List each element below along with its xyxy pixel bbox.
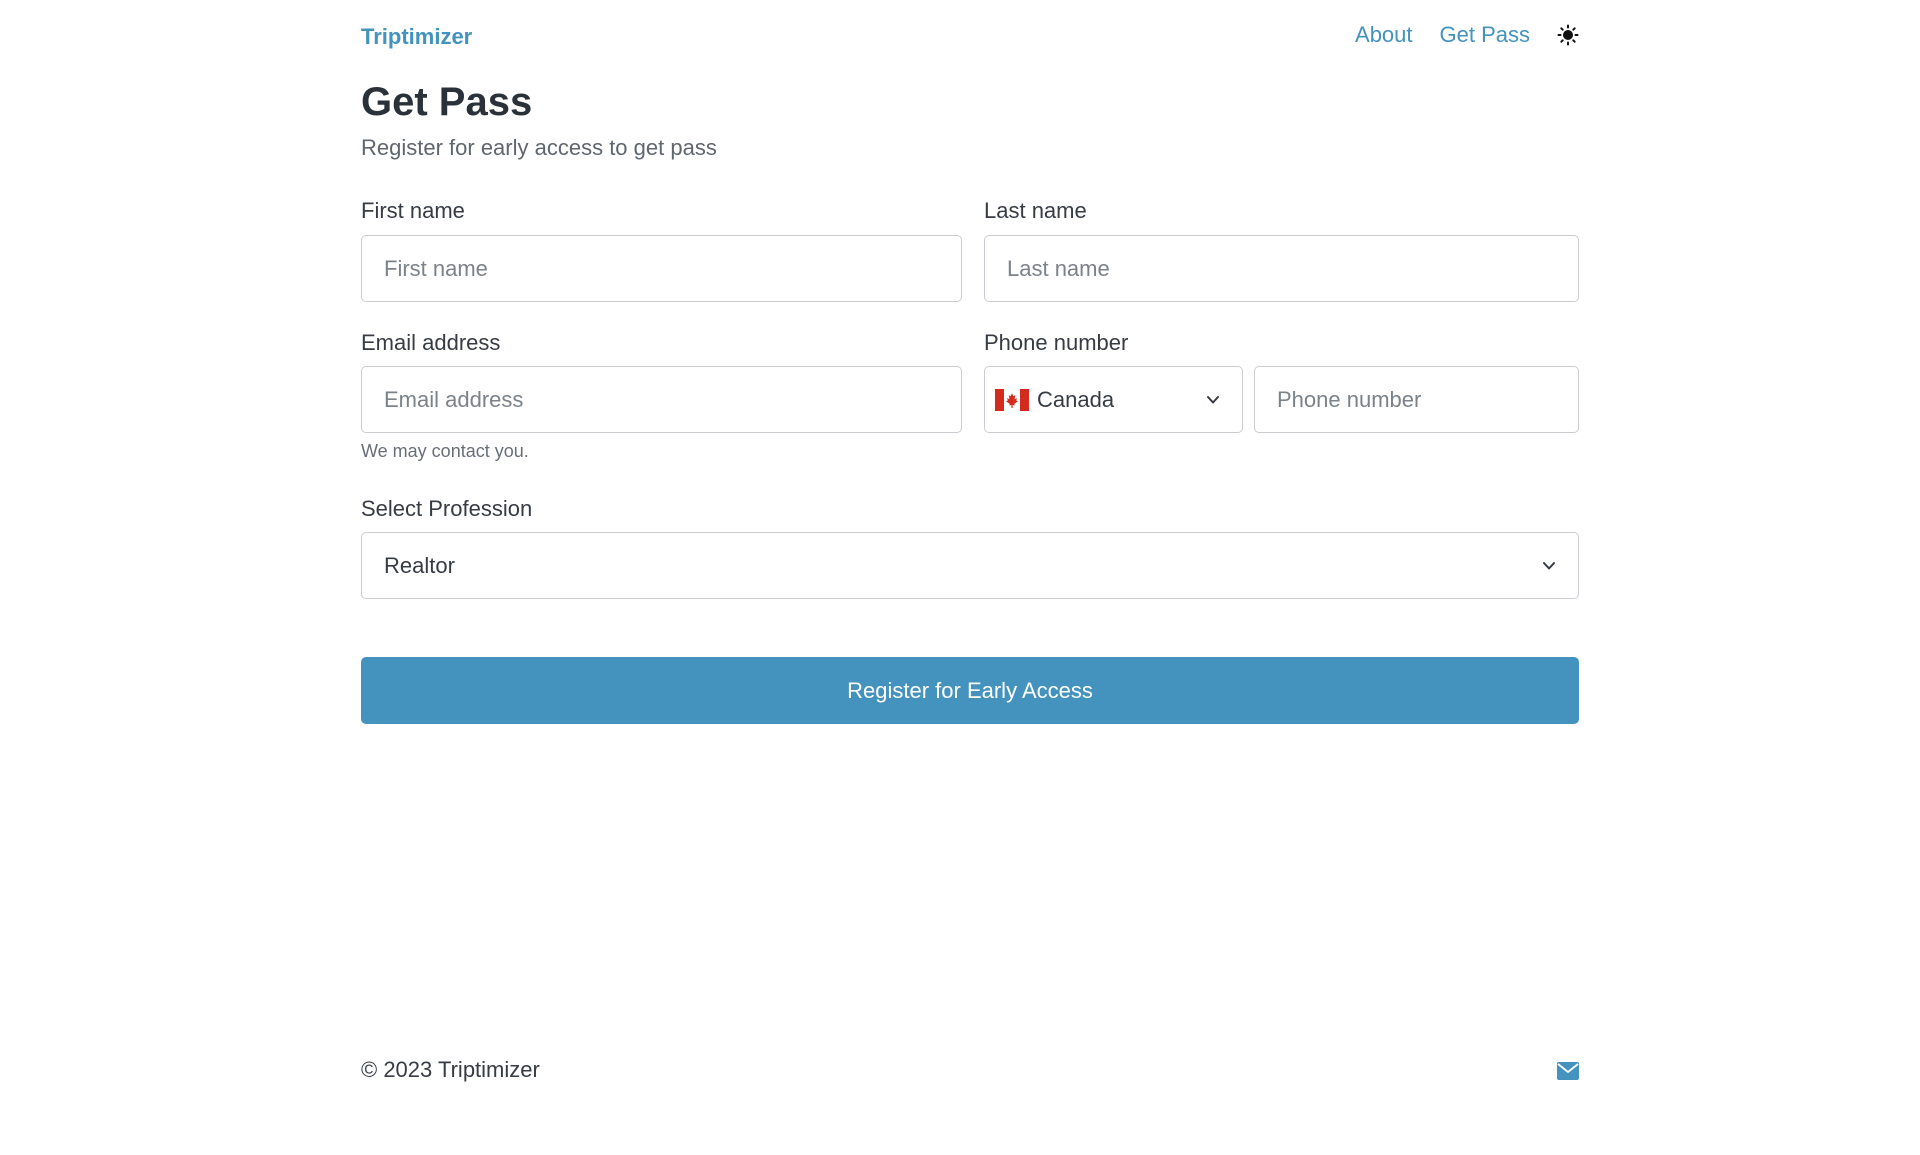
last-name-input[interactable]: [984, 235, 1579, 302]
profession-value: Realtor: [384, 552, 455, 578]
profession-select[interactable]: Realtor: [361, 532, 1579, 599]
nav-get-pass-link[interactable]: Get Pass: [1440, 22, 1530, 48]
email-input[interactable]: [361, 366, 962, 433]
last-name-label: Last name: [984, 198, 1087, 223]
chevron-down-icon: [1207, 395, 1219, 403]
sun-icon: [1557, 24, 1579, 46]
chevron-down-icon: [1543, 561, 1555, 569]
email-label: Email address: [361, 330, 501, 355]
brand-link[interactable]: Triptimizer: [361, 24, 472, 50]
contact-email-link[interactable]: [1557, 1062, 1579, 1080]
page-title: Get Pass: [361, 80, 533, 124]
page-subtitle: Register for early access to get pass: [361, 135, 717, 160]
country-code-value: Canada: [1037, 386, 1115, 412]
envelope-icon: [1557, 1062, 1579, 1080]
first-name-input[interactable]: [361, 235, 962, 302]
first-name-label: First name: [361, 198, 465, 223]
top-navbar: Triptimizer About Get Pass: [361, 0, 1579, 76]
page-container: Triptimizer About Get Pass Get Pass Regi…: [361, 0, 1579, 1155]
phone-number-input[interactable]: [1254, 366, 1579, 433]
footer-copyright: © 2023 Triptimizer: [361, 1057, 540, 1082]
profession-label: Select Profession: [361, 496, 533, 521]
phone-label: Phone number: [984, 330, 1129, 355]
theme-toggle-button[interactable]: [1557, 24, 1579, 46]
register-button[interactable]: Register for Early Access: [361, 657, 1579, 724]
email-help-text: We may contact you.: [361, 441, 529, 461]
nav-about-link[interactable]: About: [1355, 22, 1413, 48]
country-code-select[interactable]: Canada: [984, 366, 1243, 433]
nav-links: About Get Pass: [1328, 22, 1579, 48]
canada-flag-icon: [995, 388, 1029, 411]
